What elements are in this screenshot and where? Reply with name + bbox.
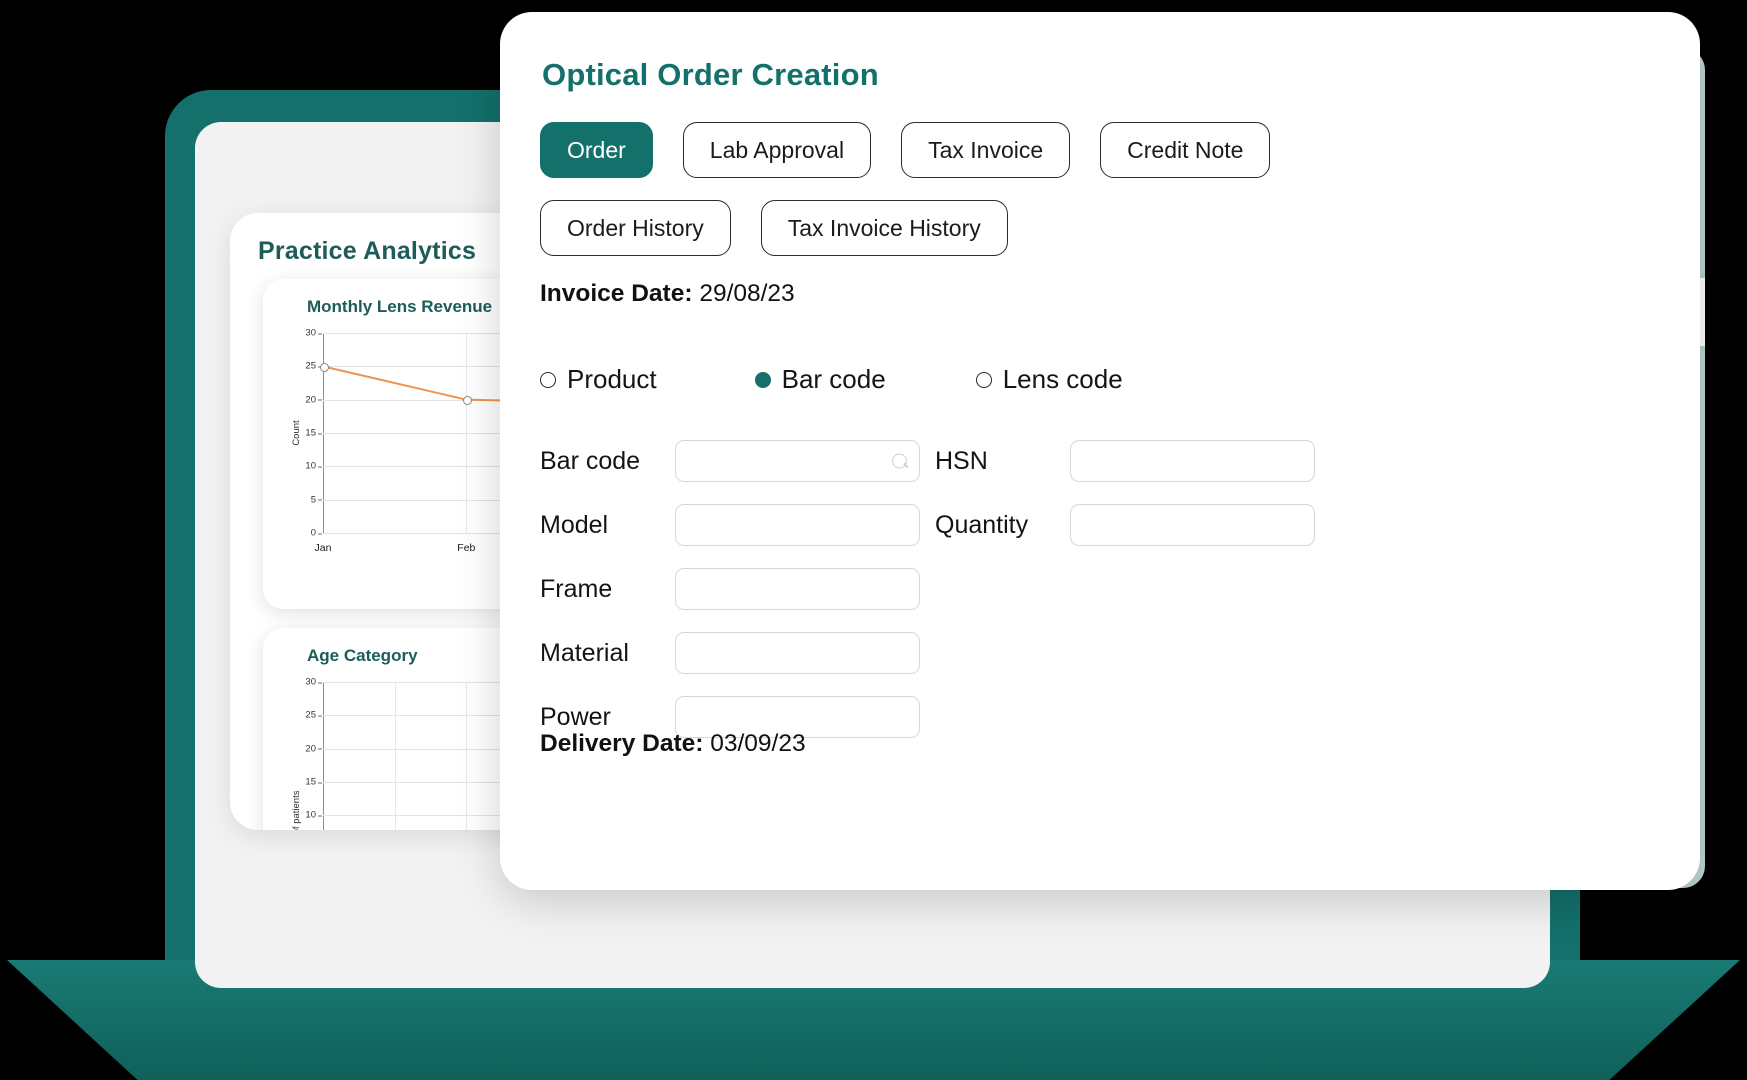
- radio-dot-icon[interactable]: [754, 371, 771, 388]
- field-row: Material: [540, 629, 920, 677]
- tab-label: Credit Note: [1127, 136, 1244, 163]
- field-label-material: Material: [540, 638, 629, 667]
- frame-input[interactable]: [675, 568, 920, 610]
- radio-dot-icon[interactable]: [975, 371, 992, 388]
- line-chart-y-axis-label: Count: [291, 420, 302, 446]
- y-axis-tick: 15: [305, 776, 322, 788]
- field-row: HSN: [935, 437, 1315, 485]
- material-input[interactable]: [675, 632, 920, 674]
- invoice-date-value: 29/08/23: [699, 280, 795, 307]
- y-axis-tick: 25: [305, 360, 322, 372]
- field-row: Bar code: [540, 437, 920, 485]
- data-point-marker: [319, 362, 329, 372]
- field-row: Model: [540, 501, 920, 549]
- bar-code-input[interactable]: [675, 440, 920, 482]
- page-title: Optical Order Creation: [542, 57, 879, 92]
- analytics-card-title: Practice Analytics: [258, 237, 477, 265]
- y-axis-tick: 15: [305, 427, 322, 439]
- gridline: [394, 682, 396, 830]
- invoice-date: Invoice Date: 29/08/23: [540, 280, 795, 308]
- optical-order-creation-modal: Optical Order Creation Order Lab Approval…: [500, 12, 1700, 890]
- code-type-radio-group: Product Bar code Lens code: [540, 364, 1123, 395]
- tab-label: Order: [567, 136, 626, 163]
- bar-chart-y-axis: [323, 682, 324, 830]
- bar-chart-title: Age Category: [307, 646, 418, 665]
- x-axis-tick: Feb: [457, 542, 476, 554]
- field-label-bar-code: Bar code: [540, 446, 641, 475]
- line-chart-title: Monthly Lens Revenue: [307, 297, 493, 316]
- radio-label: Product: [567, 364, 657, 394]
- y-axis-tick: 0: [310, 527, 323, 539]
- field-label-quantity: Quantity: [935, 510, 1029, 539]
- radio-label: Bar code: [781, 364, 886, 394]
- quantity-input[interactable]: [1070, 504, 1315, 546]
- delivery-date: Delivery Date: 03/09/23: [540, 730, 806, 758]
- tab-label: Lab Approval: [709, 136, 845, 163]
- tab-label: Tax Invoice History: [787, 214, 981, 241]
- tab-label: Tax Invoice: [928, 136, 1044, 163]
- form-fields-right-column: HSN Quantity: [935, 437, 1315, 565]
- tab-order[interactable]: Order: [540, 122, 653, 178]
- field-label-hsn: HSN: [935, 446, 988, 475]
- tab-order-history[interactable]: Order History: [540, 200, 731, 256]
- field-row: Frame: [540, 565, 920, 613]
- delivery-date-label: Delivery Date:: [540, 730, 704, 757]
- gridline: [466, 682, 468, 830]
- search-icon[interactable]: [892, 453, 907, 469]
- bar-chart-y-axis-label: % of patients: [291, 790, 302, 830]
- y-axis-tick: 5: [310, 494, 323, 506]
- field-label-frame: Frame: [540, 574, 613, 603]
- tab-row-primary: Order Lab Approval Tax Invoice Credit Note: [540, 122, 1271, 178]
- y-axis-tick: 30: [305, 327, 322, 339]
- tab-tax-invoice-history[interactable]: Tax Invoice History: [760, 200, 1008, 256]
- invoice-date-label: Invoice Date:: [540, 280, 693, 307]
- radio-bar-code[interactable]: Bar code: [754, 364, 886, 395]
- tab-credit-note[interactable]: Credit Note: [1100, 122, 1271, 178]
- radio-lens-code[interactable]: Lens code: [975, 364, 1123, 395]
- delivery-date-value: 03/09/23: [710, 730, 806, 757]
- field-row: Quantity: [935, 501, 1315, 549]
- x-axis-tick: Jan: [314, 542, 332, 554]
- screenshot-stage: Practice Analytics Monthly Lens Revenue …: [0, 0, 1747, 1080]
- tab-label: Order History: [567, 214, 704, 241]
- y-axis-tick: 20: [305, 394, 322, 406]
- radio-label: Lens code: [1002, 364, 1123, 394]
- data-point-marker: [462, 396, 472, 406]
- tab-lab-approval[interactable]: Lab Approval: [682, 122, 872, 178]
- radio-product[interactable]: Product: [540, 364, 657, 395]
- y-axis-tick: 10: [305, 809, 322, 821]
- y-axis-tick: 30: [305, 676, 322, 688]
- model-input[interactable]: [675, 504, 920, 546]
- field-label-power: Power: [540, 702, 611, 731]
- hsn-input[interactable]: [1070, 440, 1315, 482]
- y-axis-tick: 20: [305, 743, 322, 755]
- field-label-model: Model: [540, 510, 609, 539]
- tab-row-secondary: Order History Tax Invoice History: [540, 200, 1008, 256]
- y-axis-tick: 10: [305, 460, 322, 472]
- form-fields-left-column: Bar code Model Frame Material Power: [540, 437, 920, 757]
- radio-dot-icon[interactable]: [540, 371, 556, 388]
- tab-tax-invoice[interactable]: Tax Invoice: [901, 122, 1071, 178]
- y-axis-tick: 25: [305, 709, 322, 721]
